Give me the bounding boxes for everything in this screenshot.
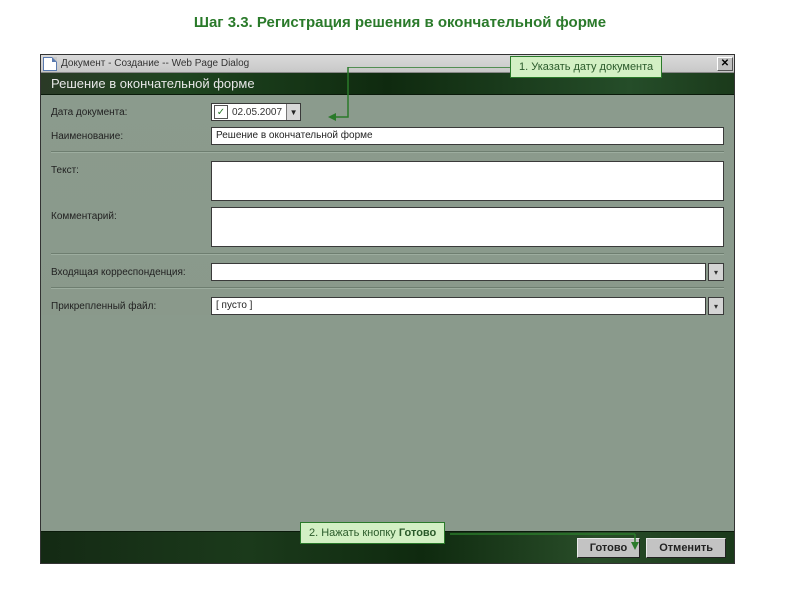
callout-2: 2. Нажать кнопку Готово <box>300 522 445 544</box>
separator <box>51 151 724 153</box>
label-date: Дата документа: <box>51 107 211 118</box>
label-comment: Комментарий: <box>51 207 211 222</box>
step-title: Шаг 3.3. Регистрация решения в окончател… <box>0 0 800 41</box>
chevron-down-icon[interactable]: ▼ <box>286 104 300 120</box>
attached-combo[interactable]: [ пусто ] ▾ <box>211 297 724 315</box>
comment-input[interactable] <box>211 207 724 247</box>
attached-input[interactable]: [ пусто ] <box>211 297 706 315</box>
separator <box>51 253 724 255</box>
callout-2-bold: Готово <box>399 527 436 539</box>
chevron-down-icon[interactable]: ▾ <box>708 297 724 315</box>
label-name: Наименование: <box>51 131 211 142</box>
date-field[interactable]: ✓ 02.05.2007 ▼ <box>211 103 301 121</box>
dialog-window: Документ - Создание -- Web Page Dialog ✕… <box>40 54 735 564</box>
label-attached: Прикрепленный файл: <box>51 301 211 312</box>
text-input[interactable] <box>211 161 724 201</box>
cancel-button[interactable]: Отменить <box>646 538 726 558</box>
callout-2-text: 2. Нажать кнопку <box>309 527 399 539</box>
separator <box>51 287 724 289</box>
page-icon <box>43 57 57 71</box>
form-area: Дата документа: ✓ 02.05.2007 ▼ Наименова… <box>41 95 734 315</box>
incoming-input[interactable] <box>211 263 706 281</box>
incoming-combo[interactable]: ▾ <box>211 263 724 281</box>
close-icon[interactable]: ✕ <box>717 57 733 71</box>
chevron-down-icon[interactable]: ▾ <box>708 263 724 281</box>
label-incoming: Входящая корреспонденция: <box>51 267 211 278</box>
date-value: 02.05.2007 <box>230 107 286 118</box>
done-button[interactable]: Готово <box>577 538 640 558</box>
name-input[interactable]: Решение в окончательной форме <box>211 127 724 145</box>
date-checkbox[interactable]: ✓ <box>214 105 228 119</box>
label-text: Текст: <box>51 161 211 176</box>
callout-1: 1. Указать дату документа <box>510 56 662 78</box>
